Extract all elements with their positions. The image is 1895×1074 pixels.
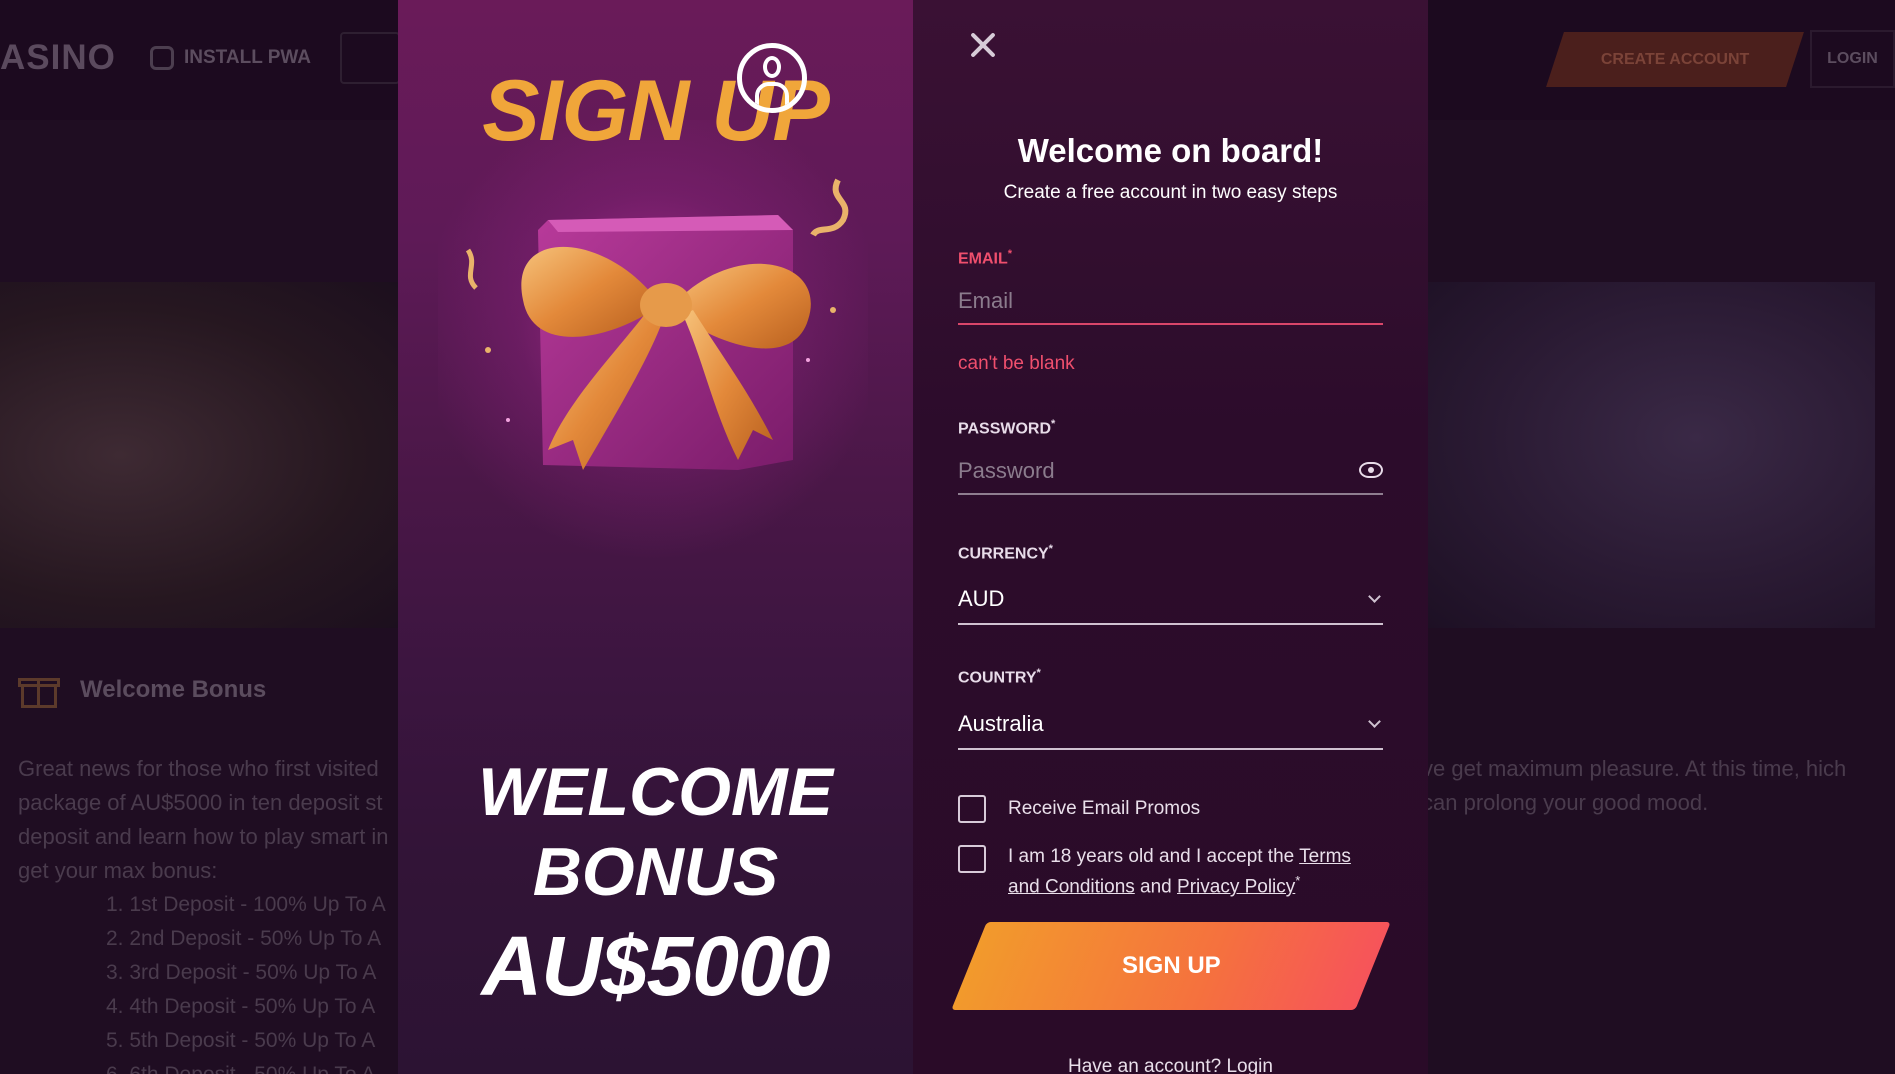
have-account-text: Have an account? Login bbox=[913, 1056, 1428, 1074]
email-error-message: can't be blank bbox=[958, 353, 1075, 374]
chevron-down-icon bbox=[1368, 589, 1381, 603]
email-label-text: EMAIL bbox=[958, 250, 1008, 268]
list-item: 5. 5th Deposit - 50% Up To A bbox=[106, 1029, 376, 1052]
welcome-bonus-title: Welcome Bonus bbox=[80, 676, 267, 703]
country-value: Australia bbox=[958, 711, 1044, 736]
password-label-text: PASSWORD bbox=[958, 420, 1052, 438]
have-account-prefix: Have an account? bbox=[1068, 1056, 1227, 1074]
currency-required-mark: * bbox=[1048, 543, 1053, 555]
show-password-eye-icon[interactable] bbox=[1359, 462, 1383, 478]
user-avatar-icon bbox=[737, 43, 807, 113]
list-item: 2. 2nd Deposit - 50% Up To A bbox=[106, 927, 382, 950]
terms-required-mark: * bbox=[1295, 873, 1301, 888]
promo-welcome-line2: BONUS bbox=[532, 834, 779, 910]
password-input[interactable] bbox=[958, 449, 1383, 495]
email-input[interactable] bbox=[958, 279, 1383, 325]
signup-submit-label: SIGN UP bbox=[1121, 952, 1221, 979]
promo-panel: SIGN UP WELCOME BONUS AU$5000 bbox=[398, 0, 913, 1074]
country-label-text: COUNTRY bbox=[958, 669, 1037, 687]
email-required-mark: * bbox=[1007, 248, 1013, 260]
login-button[interactable]: LOGIN bbox=[1810, 30, 1895, 88]
nav-button[interactable] bbox=[340, 32, 400, 84]
country-required-mark: * bbox=[1036, 667, 1041, 679]
terms-prefix: I am 18 years old and I accept the bbox=[1008, 846, 1300, 867]
install-pwa-label: INSTALL PWA bbox=[184, 47, 312, 68]
close-icon[interactable] bbox=[966, 28, 1000, 62]
bonus-description: Great news for those who first visited p… bbox=[18, 756, 389, 883]
promo-welcome-text: WELCOME BONUS bbox=[398, 752, 913, 912]
install-pwa-button[interactable]: INSTALL PWA bbox=[150, 46, 311, 70]
list-item: 1. 1st Deposit - 100% Up To A bbox=[106, 893, 386, 916]
password-label: PASSWORD* bbox=[958, 418, 1055, 438]
form-subtitle: Create a free account in two easy steps bbox=[1003, 182, 1338, 203]
email-label: EMAIL* bbox=[958, 248, 1012, 268]
login-link[interactable]: Login bbox=[1226, 1056, 1273, 1074]
list-item: 3. 3rd Deposit - 50% Up To A bbox=[106, 961, 377, 984]
android-icon bbox=[150, 46, 174, 70]
country-select[interactable]: Australia bbox=[958, 700, 1383, 750]
site-logo[interactable]: ASINO bbox=[0, 38, 116, 78]
email-promos-row: Receive Email Promos bbox=[958, 795, 1200, 823]
currency-label: CURRENCY* bbox=[958, 543, 1053, 563]
welcome-bonus-heading: Welcome Bonus bbox=[18, 670, 266, 710]
password-required-mark: * bbox=[1051, 418, 1056, 430]
form-title: Welcome on board! bbox=[1017, 132, 1324, 169]
currency-value: AUD bbox=[958, 586, 1005, 611]
terms-checkbox[interactable] bbox=[958, 845, 986, 873]
list-item: 4. 4th Deposit - 50% Up To A bbox=[106, 995, 376, 1018]
email-promos-label: Receive Email Promos bbox=[1008, 798, 1201, 819]
hero-banner-left bbox=[0, 282, 400, 628]
promo-bonus-amount: AU$5000 bbox=[481, 919, 831, 1013]
hero-banner-right bbox=[1428, 282, 1875, 628]
list-item: 6. 6th Deposit - 50% Up To A bbox=[106, 1058, 386, 1074]
terms-row: I am 18 years old and I accept the Terms… bbox=[958, 845, 1378, 899]
signup-submit-button[interactable]: SIGN UP bbox=[951, 922, 1391, 1010]
currency-select[interactable]: AUD bbox=[958, 575, 1383, 625]
country-label: COUNTRY* bbox=[958, 667, 1041, 687]
bonus-description-right: ve get maximum pleasure. At this time, h… bbox=[1422, 756, 1847, 815]
create-account-button[interactable]: CREATE ACCOUNT bbox=[1546, 32, 1804, 87]
gift-box-illustration bbox=[465, 178, 849, 470]
terms-middle: and bbox=[1134, 876, 1178, 898]
deposit-list: 1. 1st Deposit - 100% Up To A 2. 2nd Dep… bbox=[106, 888, 386, 1074]
promo-title: SIGN UP bbox=[482, 63, 830, 159]
currency-label-text: CURRENCY bbox=[958, 545, 1049, 563]
terms-label: I am 18 years old and I accept the Terms… bbox=[1008, 845, 1378, 899]
gift-icon bbox=[18, 670, 60, 710]
promo-welcome-line1: WELCOME bbox=[477, 754, 834, 830]
create-account-label: CREATE ACCOUNT bbox=[1600, 50, 1750, 68]
chevron-down-icon bbox=[1368, 714, 1381, 728]
email-promos-checkbox[interactable] bbox=[958, 795, 986, 823]
privacy-policy-link[interactable]: Privacy Policy bbox=[1177, 876, 1295, 897]
